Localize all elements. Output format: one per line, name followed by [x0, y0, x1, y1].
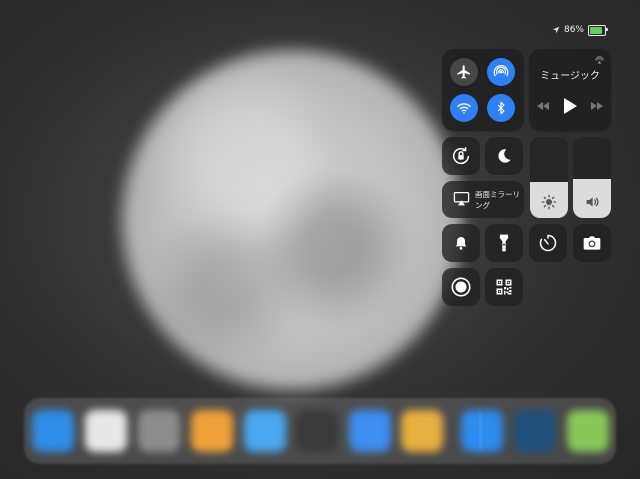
bell-icon — [455, 237, 467, 250]
airplane-icon — [457, 65, 470, 79]
music-title: ミュージック — [540, 71, 600, 82]
moon-wallpaper-image — [122, 50, 462, 390]
location-arrow-icon — [552, 26, 560, 34]
battery-percentage: 86% — [563, 25, 584, 35]
silent-mode-button[interactable] — [442, 224, 480, 262]
photos-app[interactable] — [191, 410, 233, 452]
airplane-mode-button[interactable] — [450, 58, 478, 86]
music-module[interactable]: ミュージック — [529, 49, 611, 131]
airdrop-icon — [493, 65, 509, 77]
do-not-disturb-button[interactable] — [485, 137, 523, 175]
airdrop-button[interactable] — [487, 58, 515, 86]
orientation-lock-button[interactable] — [442, 137, 480, 175]
screen-mirroring-label: 画面ミラーリング — [475, 190, 520, 210]
brightness-icon-wrap — [530, 194, 568, 210]
rotation-lock-icon — [453, 147, 470, 165]
rewind-icon[interactable] — [536, 101, 550, 111]
play-icon[interactable] — [562, 97, 578, 115]
volume-slider[interactable] — [573, 137, 611, 218]
battery-fill — [590, 26, 603, 34]
volume-icon-wrap — [573, 194, 611, 210]
screen-recording-button[interactable] — [442, 268, 480, 306]
screen-mirroring-icon — [453, 191, 470, 206]
safari-app[interactable] — [32, 410, 74, 452]
qr-scanner-button[interactable] — [485, 268, 523, 306]
camera-button[interactable] — [573, 224, 611, 262]
files-app[interactable] — [244, 410, 286, 452]
screen-mirroring-button[interactable]: 画面ミラーリング — [442, 181, 524, 218]
battery-icon — [588, 24, 608, 36]
clock-app[interactable] — [85, 410, 127, 452]
sun-icon — [541, 194, 557, 210]
brightness-slider[interactable] — [530, 137, 568, 218]
timer-button[interactable] — [529, 224, 567, 262]
qr-code-icon — [496, 279, 512, 295]
flashlight-icon — [499, 234, 509, 252]
wifi-icon — [457, 103, 471, 114]
camera-icon — [583, 236, 601, 250]
record-icon — [451, 277, 471, 297]
camera-app[interactable] — [296, 410, 338, 452]
connectivity-module[interactable] — [442, 49, 524, 131]
dock-divider — [480, 412, 481, 450]
maps-app[interactable] — [567, 410, 609, 452]
clock-app-2[interactable] — [514, 410, 556, 452]
bluetooth-button[interactable] — [487, 94, 515, 122]
app-store-app[interactable] — [461, 410, 503, 452]
mail-app[interactable] — [349, 410, 391, 452]
airplay-audio-icon[interactable] — [594, 54, 605, 65]
bluetooth-icon — [497, 101, 505, 115]
wifi-button[interactable] — [450, 94, 478, 122]
moon-icon — [498, 149, 511, 163]
photos-app-2[interactable] — [401, 410, 443, 452]
music-controls — [529, 97, 611, 115]
dock — [24, 398, 616, 464]
fast-forward-icon[interactable] — [590, 101, 604, 111]
settings-app[interactable] — [138, 410, 180, 452]
status-bar: 86% — [552, 22, 608, 38]
timer-icon — [539, 234, 557, 252]
speaker-icon — [586, 197, 599, 207]
flashlight-button[interactable] — [485, 224, 523, 262]
